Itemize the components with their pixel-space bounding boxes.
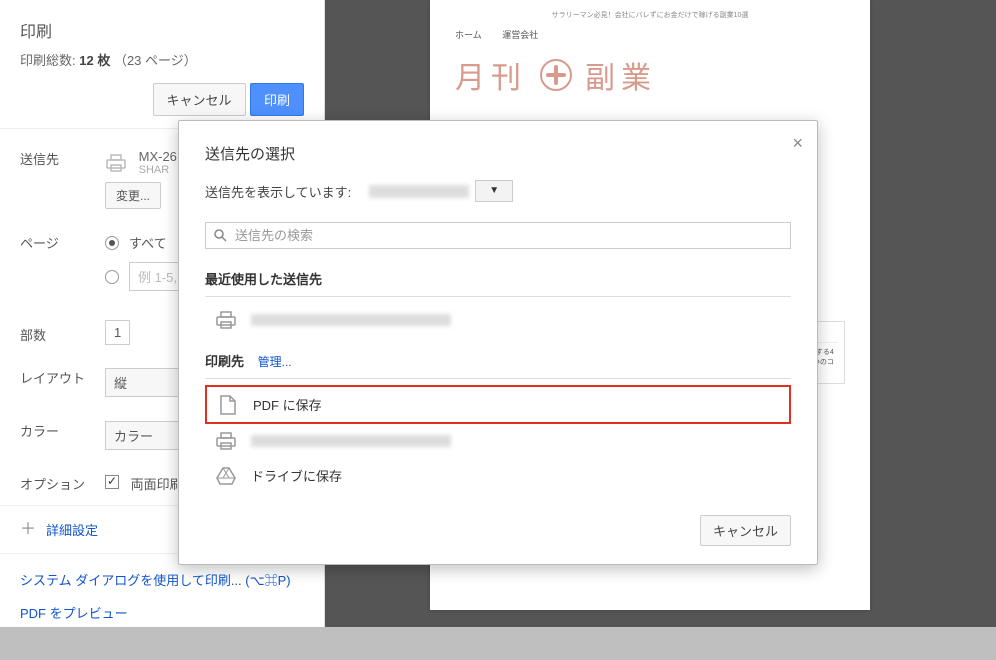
destination-modal: × 送信先の選択 送信先を表示しています: ▼ 最近使用した送信先 印刷先 管理… xyxy=(178,120,818,565)
manage-link[interactable]: 管理... xyxy=(258,355,292,369)
account-dropdown[interactable]: ▼ xyxy=(475,180,513,202)
close-icon[interactable]: × xyxy=(792,133,803,154)
save-to-drive-row[interactable]: ドライブに保存 xyxy=(205,458,791,493)
printer-destination-row[interactable] xyxy=(205,424,791,458)
print-section-title: 印刷先 管理... xyxy=(205,351,791,379)
showing-label: 送信先を表示しています: xyxy=(205,182,351,201)
modal-cancel-button[interactable]: キャンセル xyxy=(700,515,791,546)
print-section-label: 印刷先 xyxy=(205,354,244,369)
account-blurred xyxy=(369,185,469,198)
destination-search[interactable] xyxy=(205,222,791,249)
modal-overlay: × 送信先の選択 送信先を表示しています: ▼ 最近使用した送信先 印刷先 管理… xyxy=(0,0,996,627)
printer-icon xyxy=(215,311,237,329)
printer-name-blurred xyxy=(251,435,451,447)
recent-printer-name-blurred xyxy=(251,314,451,326)
save-as-pdf-row[interactable]: PDF に保存 xyxy=(205,385,791,424)
save-as-pdf-label: PDF に保存 xyxy=(253,395,322,414)
search-input[interactable] xyxy=(235,228,782,243)
search-icon xyxy=(214,229,227,242)
drive-icon xyxy=(215,467,237,485)
document-icon xyxy=(217,396,239,414)
modal-account-row: 送信先を表示しています: ▼ xyxy=(205,180,791,202)
modal-title: 送信先の選択 xyxy=(205,143,791,164)
recent-section-title: 最近使用した送信先 xyxy=(205,269,791,297)
recent-destination-row[interactable] xyxy=(205,303,791,337)
save-to-drive-label: ドライブに保存 xyxy=(251,466,342,485)
printer-icon xyxy=(215,432,237,450)
